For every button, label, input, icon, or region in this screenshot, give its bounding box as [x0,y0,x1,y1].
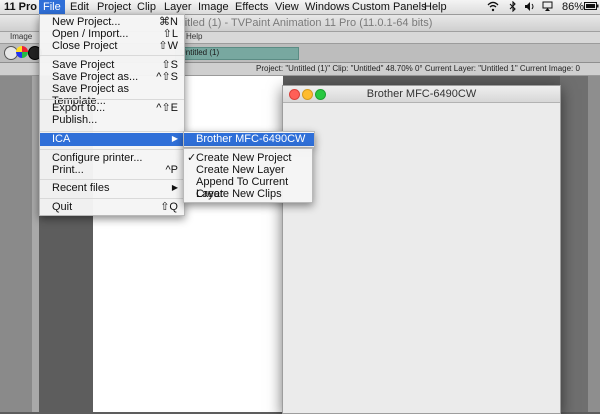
menu-clip[interactable]: Clip [137,1,156,13]
dialog-title-bar[interactable]: Brother MFC-6490CW [283,86,560,103]
ica-submenu: Brother MFC-6490CW ... [183,131,315,157]
scanner-dialog: Brother MFC-6490CW [282,85,561,414]
scanner-actions-submenu: ✓ Create New Project Create New Layer Ap… [183,148,313,203]
project-tab[interactable]: Untitled (1) [175,47,299,60]
menu-effects[interactable]: Effects [235,1,268,13]
menu-view[interactable]: View [275,1,299,13]
checkmark-icon: ✓ [187,152,197,164]
menu-item-create-new-project[interactable]: ✓ Create New Project [184,152,312,164]
menu-item-export-to[interactable]: Export to... ^⇧E [40,102,184,114]
bluetooth-icon[interactable] [509,0,517,15]
menu-item-brother-device[interactable]: Brother MFC-6490CW ... [184,133,314,157]
airplay-icon[interactable] [542,1,553,15]
submenu-arrow-icon: ▶ [171,134,178,143]
battery-percent[interactable]: 86% [562,1,584,13]
color-wheel-icon[interactable] [16,46,28,58]
menu-item-publish[interactable]: Publish... [40,114,184,126]
file-menu: New Project... ⌘N Open / Import... ⇧L Cl… [39,14,185,216]
right-panel-strip [588,76,600,412]
menu-item-quit[interactable]: Quit ⇧Q [40,201,184,213]
menu-edit[interactable]: Edit [70,1,89,13]
menu-item-ica[interactable]: ICA ▶ [40,133,184,146]
menu-separator [40,149,184,150]
menu-separator [40,55,184,56]
submenu-arrow-icon: ▶ [171,183,178,192]
menu-separator [40,179,184,180]
wifi-icon[interactable] [487,1,499,15]
menu-separator [40,198,184,199]
menu-item-recent-files[interactable]: Recent files ▶ [40,182,184,194]
internal-menu-image[interactable]: Image [10,32,32,41]
menu-item-create-new-layer[interactable]: Create New Layer [184,164,312,176]
menu-item-append-to-current-layer[interactable]: Append To Current Layer [184,176,312,200]
macos-menu-bar: 11 Pro File Edit Project Clip Layer Imag… [0,0,600,15]
menu-image[interactable]: Image [198,1,229,13]
menu-item-new-project[interactable]: New Project... ⌘N [40,16,184,28]
menu-project[interactable]: Project [97,1,131,13]
menu-item-open-import[interactable]: Open / Import... ⇧L [40,28,184,40]
menu-item-save-project[interactable]: Save Project ⇧S [40,59,184,71]
battery-icon[interactable] [584,1,599,14]
menu-item-close-project[interactable]: Close Project ⇧W [40,40,184,52]
menu-item-save-as-template[interactable]: Save Project as Template... [40,83,184,107]
menu-item-configure-printer[interactable]: Configure printer... [40,152,184,164]
menu-separator [40,99,184,100]
menu-item-save-project-as[interactable]: Save Project as... ^⇧S [40,71,184,83]
project-info-text: Project: "Untitled (1)" Clip: "Untitled"… [256,64,580,73]
menu-help[interactable]: Help [424,1,447,13]
dialog-title: Brother MFC-6490CW [366,88,477,100]
volume-icon[interactable] [524,1,536,15]
menu-item-create-new-clips[interactable]: Create New Clips [184,188,312,200]
app-menu[interactable]: 11 Pro [4,1,37,13]
project-tab-label: Untitled (1) [180,48,220,57]
menu-separator [40,131,184,132]
menu-windows[interactable]: Windows [305,1,350,13]
vertical-scrollbar[interactable] [32,76,39,412]
menu-file[interactable]: File [39,0,65,14]
internal-menu-help[interactable]: Help [186,32,202,41]
menu-layer[interactable]: Layer [164,1,192,13]
menu-item-print[interactable]: Print... ^P [40,164,184,176]
menu-custom-panels[interactable]: Custom Panels [352,1,427,13]
